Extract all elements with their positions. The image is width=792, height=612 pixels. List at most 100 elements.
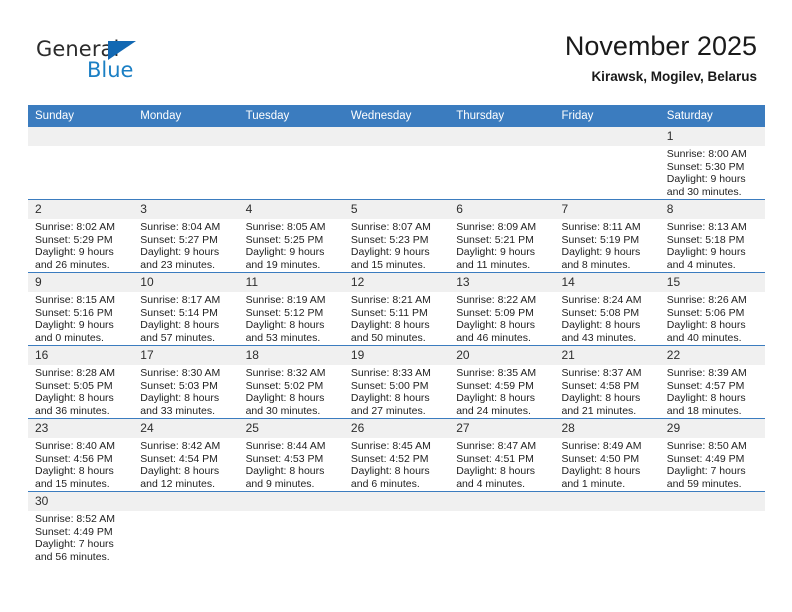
daylight-text-line2: and 19 minutes. bbox=[245, 258, 321, 271]
day-number bbox=[238, 127, 344, 146]
day-details: Sunrise: 8:44 AM Sunset: 4:53 PM Daylight:… bbox=[239, 438, 344, 490]
daylight-text-line2: and 15 minutes. bbox=[350, 258, 426, 271]
general-blue-logo[interactable]: General Blue bbox=[36, 38, 216, 90]
calendar-day-cell[interactable] bbox=[343, 127, 450, 200]
daylight-text-line2: and 30 minutes. bbox=[245, 404, 321, 417]
daylight-text-line1: Daylight: 8 hours bbox=[561, 465, 641, 478]
daylight-text-line1: Daylight: 9 hours bbox=[245, 246, 325, 259]
day-number bbox=[343, 492, 450, 511]
calendar-day-cell[interactable]: 10 Sunrise: 8:17 AM Sunset: 5:14 PM Dayligh… bbox=[133, 272, 239, 346]
day-details bbox=[239, 146, 344, 148]
calendar-day-cell[interactable]: 20 Sunrise: 8:35 AM Sunset: 4:59 PM Dayligh… bbox=[449, 345, 555, 419]
day-number: 23 bbox=[28, 419, 134, 438]
calendar-day-cell[interactable]: 19 Sunrise: 8:33 AM Sunset: 5:00 PM Dayligh… bbox=[343, 345, 450, 419]
day-details bbox=[28, 146, 133, 148]
daylight-text-line1: Daylight: 7 hours bbox=[35, 538, 114, 551]
calendar-day-cell[interactable] bbox=[238, 491, 344, 564]
day-number: 4 bbox=[238, 200, 344, 219]
calendar-day-cell[interactable] bbox=[449, 127, 555, 200]
calendar-day-cell[interactable]: 6 Sunrise: 8:09 AM Sunset: 5:21 PM Daylight… bbox=[449, 199, 555, 273]
daylight-text-line2: and 30 minutes. bbox=[666, 185, 742, 198]
calendar-day-cell[interactable]: 1 Sunrise: 8:00 AM Sunset: 5:30 PM Daylight… bbox=[659, 127, 766, 200]
sunset-text: Sunset: 4:50 PM bbox=[561, 452, 640, 465]
weekday-header-monday: Monday bbox=[133, 105, 239, 127]
calendar-day-cell[interactable]: 22 Sunrise: 8:39 AM Sunset: 4:57 PM Dayligh… bbox=[659, 345, 766, 419]
sunset-text: Sunset: 5:02 PM bbox=[245, 379, 324, 392]
calendar-day-cell[interactable]: 27 Sunrise: 8:47 AM Sunset: 4:51 PM Dayligh… bbox=[449, 418, 555, 492]
calendar-day-cell[interactable] bbox=[133, 491, 239, 564]
daylight-text-line2: and 0 minutes. bbox=[35, 331, 104, 344]
calendar-day-cell[interactable] bbox=[554, 491, 660, 564]
calendar-day-cell[interactable]: 2 Sunrise: 8:02 AM Sunset: 5:29 PM Daylight… bbox=[28, 199, 134, 273]
day-details: Sunrise: 8:11 AM Sunset: 5:19 PM Daylight:… bbox=[554, 219, 659, 271]
calendar-day-cell[interactable]: 12 Sunrise: 8:21 AM Sunset: 5:11 PM Dayligh… bbox=[343, 272, 450, 346]
daylight-text-line2: and 6 minutes. bbox=[350, 477, 420, 490]
calendar-day-cell[interactable]: 4 Sunrise: 8:05 AM Sunset: 5:25 PM Daylight… bbox=[238, 199, 344, 273]
calendar-day-cell[interactable] bbox=[449, 491, 555, 564]
day-details: Sunrise: 8:47 AM Sunset: 4:51 PM Daylight:… bbox=[449, 438, 554, 490]
day-details bbox=[660, 511, 765, 513]
calendar-day-cell[interactable] bbox=[554, 127, 660, 200]
page-header: General Blue November 2025 Kirawsk, Mogi… bbox=[0, 0, 792, 100]
calendar-day-cell[interactable]: 9 Sunrise: 8:15 AM Sunset: 5:16 PM Daylight… bbox=[28, 272, 134, 346]
day-details: Sunrise: 8:30 AM Sunset: 5:03 PM Daylight:… bbox=[133, 365, 238, 417]
sunrise-text: Sunrise: 8:07 AM bbox=[350, 221, 431, 233]
day-details: Sunrise: 8:09 AM Sunset: 5:21 PM Daylight:… bbox=[449, 219, 554, 271]
day-details: Sunrise: 8:00 AM Sunset: 5:30 PM Daylight:… bbox=[660, 146, 765, 198]
day-number: 18 bbox=[238, 346, 344, 365]
calendar-day-cell[interactable]: 14 Sunrise: 8:24 AM Sunset: 5:08 PM Dayligh… bbox=[554, 272, 660, 346]
calendar-day-cell[interactable]: 26 Sunrise: 8:45 AM Sunset: 4:52 PM Dayligh… bbox=[343, 418, 450, 492]
weekday-header-friday: Friday bbox=[554, 105, 660, 127]
daylight-text-line1: Daylight: 8 hours bbox=[245, 319, 325, 332]
calendar-day-cell[interactable]: 8 Sunrise: 8:13 AM Sunset: 5:18 PM Daylight… bbox=[659, 199, 766, 273]
day-details: Sunrise: 8:52 AM Sunset: 4:49 PM Daylight:… bbox=[28, 511, 133, 563]
calendar-week-row: 9 Sunrise: 8:15 AM Sunset: 5:16 PM Daylight… bbox=[28, 272, 766, 346]
sunset-text: Sunset: 5:23 PM bbox=[350, 233, 429, 246]
weekday-header-wednesday: Wednesday bbox=[343, 105, 450, 127]
day-details: Sunrise: 8:28 AM Sunset: 5:05 PM Daylight:… bbox=[28, 365, 133, 417]
calendar-day-cell[interactable]: 18 Sunrise: 8:32 AM Sunset: 5:02 PM Dayligh… bbox=[238, 345, 344, 419]
calendar-day-cell[interactable]: 13 Sunrise: 8:22 AM Sunset: 5:09 PM Dayligh… bbox=[449, 272, 555, 346]
daylight-text-line2: and 46 minutes. bbox=[456, 331, 531, 344]
calendar-day-cell[interactable]: 21 Sunrise: 8:37 AM Sunset: 4:58 PM Dayligh… bbox=[554, 345, 660, 419]
sunrise-text: Sunrise: 8:30 AM bbox=[140, 367, 221, 379]
calendar-day-cell[interactable]: 16 Sunrise: 8:28 AM Sunset: 5:05 PM Dayligh… bbox=[28, 345, 134, 419]
calendar-day-cell[interactable]: 30 Sunrise: 8:52 AM Sunset: 4:49 PM Dayligh… bbox=[28, 491, 134, 564]
calendar-day-cell[interactable] bbox=[238, 127, 344, 200]
calendar-day-cell[interactable]: 5 Sunrise: 8:07 AM Sunset: 5:23 PM Daylight… bbox=[343, 199, 450, 273]
sunrise-text: Sunrise: 8:26 AM bbox=[666, 294, 747, 306]
daylight-text-line1: Daylight: 9 hours bbox=[350, 246, 430, 259]
day-details bbox=[344, 511, 449, 513]
calendar-day-cell[interactable]: 11 Sunrise: 8:19 AM Sunset: 5:12 PM Dayligh… bbox=[238, 272, 344, 346]
calendar-day-cell[interactable] bbox=[28, 127, 134, 200]
calendar-day-cell[interactable] bbox=[133, 127, 239, 200]
calendar-day-cell[interactable]: 23 Sunrise: 8:40 AM Sunset: 4:56 PM Dayligh… bbox=[28, 418, 134, 492]
calendar-day-cell[interactable] bbox=[343, 491, 450, 564]
daylight-text-line2: and 8 minutes. bbox=[561, 258, 631, 271]
calendar-day-cell[interactable]: 7 Sunrise: 8:11 AM Sunset: 5:19 PM Daylight… bbox=[554, 199, 660, 273]
day-number: 24 bbox=[133, 419, 239, 438]
calendar-day-cell[interactable]: 3 Sunrise: 8:04 AM Sunset: 5:27 PM Daylight… bbox=[133, 199, 239, 273]
calendar-day-cell[interactable]: 24 Sunrise: 8:42 AM Sunset: 4:54 PM Dayligh… bbox=[133, 418, 239, 492]
daylight-text-line2: and 24 minutes. bbox=[456, 404, 531, 417]
day-number bbox=[238, 492, 344, 511]
day-number bbox=[133, 127, 239, 146]
calendar-day-cell[interactable]: 17 Sunrise: 8:30 AM Sunset: 5:03 PM Dayligh… bbox=[133, 345, 239, 419]
weekday-header-saturday: Saturday bbox=[659, 105, 766, 127]
sunrise-text: Sunrise: 8:40 AM bbox=[35, 440, 115, 452]
day-number: 17 bbox=[133, 346, 239, 365]
calendar-day-cell[interactable]: 25 Sunrise: 8:44 AM Sunset: 4:53 PM Dayligh… bbox=[238, 418, 344, 492]
calendar-week-row: 1 Sunrise: 8:00 AM Sunset: 5:30 PM Daylight… bbox=[28, 127, 766, 200]
sunrise-text: Sunrise: 8:42 AM bbox=[140, 440, 221, 452]
daylight-text-line1: Daylight: 8 hours bbox=[561, 319, 641, 332]
calendar-day-cell[interactable]: 29 Sunrise: 8:50 AM Sunset: 4:49 PM Dayligh… bbox=[659, 418, 766, 492]
day-details: Sunrise: 8:13 AM Sunset: 5:18 PM Daylight:… bbox=[660, 219, 765, 271]
sunrise-text: Sunrise: 8:39 AM bbox=[666, 367, 747, 379]
day-details: Sunrise: 8:33 AM Sunset: 5:00 PM Daylight:… bbox=[344, 365, 449, 417]
sunrise-text: Sunrise: 8:11 AM bbox=[561, 221, 641, 233]
calendar-day-cell[interactable] bbox=[659, 491, 766, 564]
calendar-day-cell[interactable]: 15 Sunrise: 8:26 AM Sunset: 5:06 PM Dayligh… bbox=[659, 272, 766, 346]
day-number: 6 bbox=[449, 200, 555, 219]
daylight-text-line1: Daylight: 8 hours bbox=[245, 392, 325, 405]
calendar-day-cell[interactable]: 28 Sunrise: 8:49 AM Sunset: 4:50 PM Dayligh… bbox=[554, 418, 660, 492]
